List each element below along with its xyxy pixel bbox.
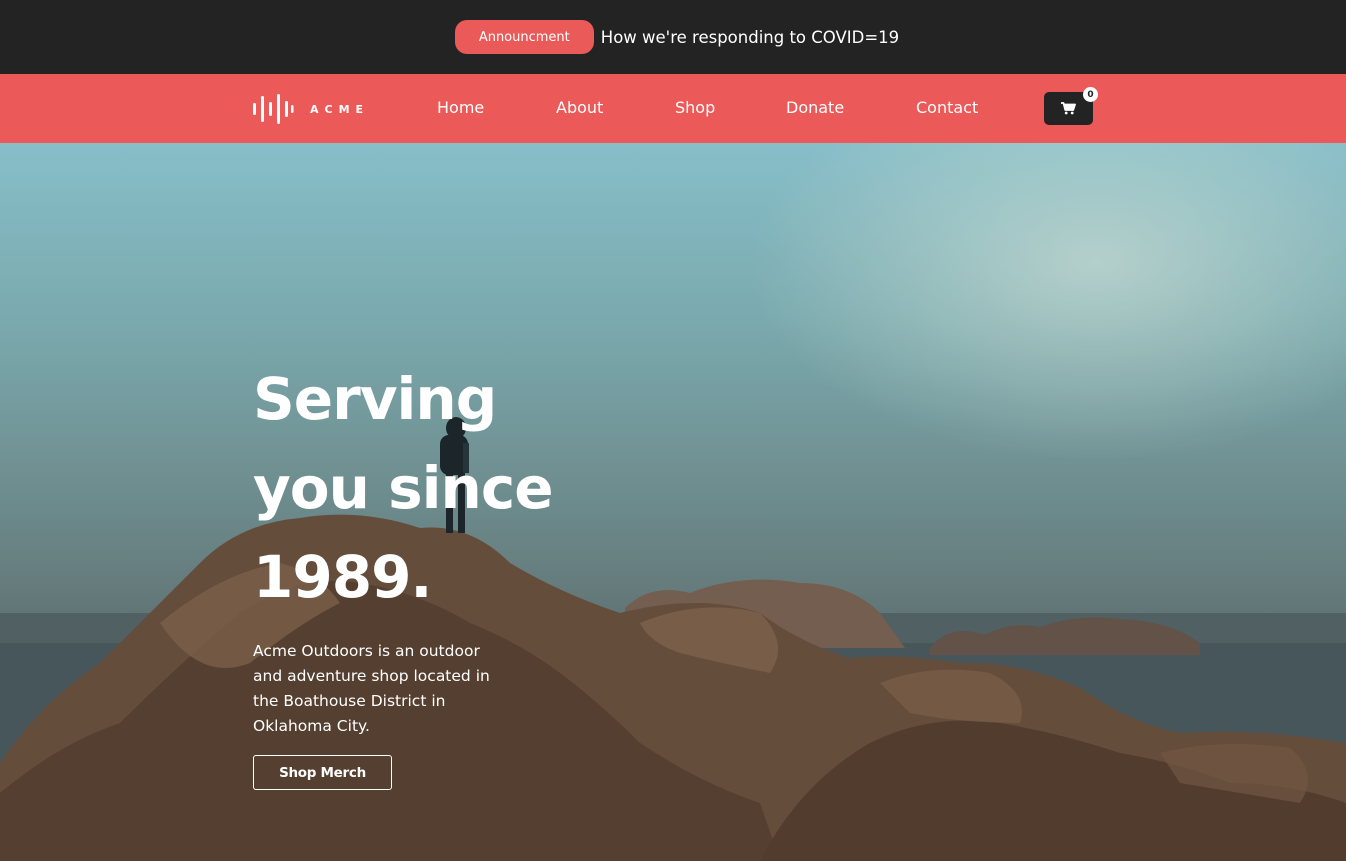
shop-merch-button[interactable]: Shop Merch <box>253 755 392 790</box>
cart-count-badge: 0 <box>1083 87 1098 102</box>
main-navbar: ACME Home About Shop Donate Contact 0 <box>0 74 1346 143</box>
hero-overlay <box>0 143 1346 861</box>
sound-wave-logo-icon <box>253 94 294 124</box>
hero-title-line-1: Serving <box>253 365 497 433</box>
nav-link-about[interactable]: About <box>556 98 603 117</box>
cart-button[interactable]: 0 <box>1044 87 1098 125</box>
announcement-bar: Announcment How we're responding to COVI… <box>0 0 1346 74</box>
nav-link-home[interactable]: Home <box>437 98 484 117</box>
hero-title-line-3: 1989. <box>253 543 432 611</box>
announcement-text[interactable]: How we're responding to COVID=19 <box>601 28 899 47</box>
hero-description: Acme Outdoors is an outdoor and adventur… <box>253 642 490 735</box>
shopping-cart-icon <box>1061 102 1076 115</box>
nav-link-donate[interactable]: Donate <box>786 98 844 117</box>
nav-link-contact[interactable]: Contact <box>916 98 978 117</box>
announcement-pill[interactable]: Announcment <box>454 20 594 54</box>
hero-title: Serving you since 1989. <box>253 355 673 622</box>
announcement-content: Announcment How we're responding to COVI… <box>454 20 899 54</box>
nav-link-shop[interactable]: Shop <box>675 98 715 117</box>
hero-title-line-2: you since <box>253 454 554 522</box>
hero-section: Serving you since 1989. Acme Outdoors is… <box>0 143 1346 861</box>
logo[interactable]: ACME <box>252 93 369 125</box>
logo-text: ACME <box>310 102 370 116</box>
